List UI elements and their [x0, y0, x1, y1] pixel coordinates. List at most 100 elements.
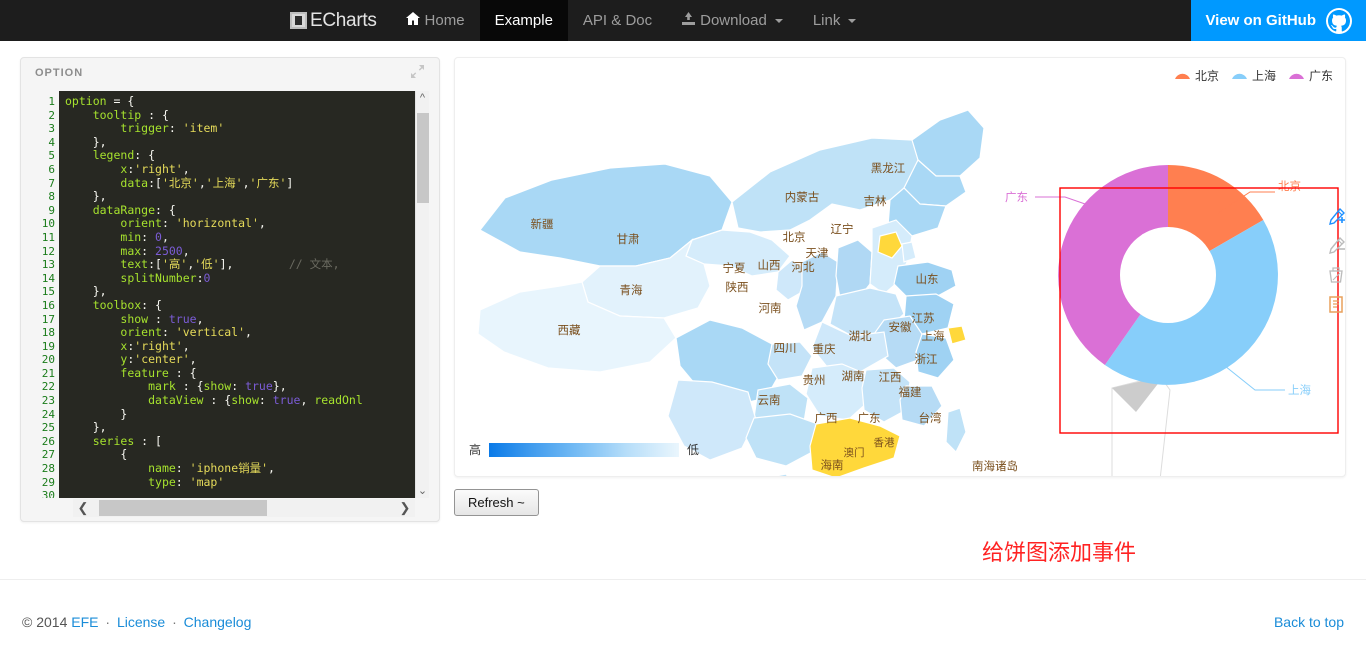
- nav-item-download-label: Download: [700, 12, 767, 29]
- nav-item-download[interactable]: Download: [667, 0, 798, 41]
- page-footer: © 2014 EFE · License · Changelog Back to…: [0, 579, 1366, 664]
- vscroll-track[interactable]: [416, 105, 429, 484]
- back-to-top-link[interactable]: Back to top: [1274, 614, 1344, 630]
- map-label: 江苏: [912, 312, 935, 325]
- map-label: 海南: [821, 458, 844, 472]
- pie-label-guangdong: 广东: [1005, 191, 1028, 204]
- map-label: 河北: [792, 261, 815, 274]
- nav-item-home-label: Home: [424, 12, 465, 29]
- github-button-label: View on GitHub: [1205, 12, 1316, 29]
- map-label: 贵州: [803, 374, 826, 387]
- brand-label: ECharts: [310, 9, 377, 31]
- code-panel-title: OPTION: [35, 66, 84, 79]
- page-body: OPTION 1 2 3 4 5 6 7 8 9 10 11 12 13 14 …: [0, 41, 1366, 664]
- pie-label-beijing: 北京: [1278, 179, 1301, 193]
- code-vertical-scrollbar[interactable]: ^ ⌄: [415, 91, 429, 498]
- pie-inner-hole: [1120, 227, 1216, 323]
- chevron-down-icon: [774, 18, 783, 23]
- pie-label-shanghai: 上海: [1288, 383, 1311, 397]
- top-navbar: ECharts Home Example API & Doc Download …: [0, 0, 1366, 41]
- map-label: 澳门: [844, 446, 865, 459]
- vscroll-thumb[interactable]: [417, 113, 429, 203]
- map-label: 宁夏: [723, 261, 746, 275]
- map-label: 天津: [806, 247, 829, 260]
- nav-item-api-doc-label: API & Doc: [582, 12, 653, 29]
- navbar-items: ECharts Home Example API & Doc Download …: [290, 0, 871, 41]
- data-range-legend[interactable]: 高 低: [469, 441, 699, 458]
- map-label: 香港: [874, 437, 895, 449]
- code-text[interactable]: option = { tooltip : { trigger: 'item' }…: [59, 91, 429, 498]
- map-label: 湖南: [842, 369, 865, 383]
- footer-link-changelog[interactable]: Changelog: [184, 614, 252, 630]
- data-view-document-icon[interactable]: [1327, 295, 1345, 313]
- map-label: 山东: [916, 273, 939, 286]
- map-label: 台湾: [919, 411, 942, 425]
- map-label: 湖北: [849, 329, 872, 343]
- echarts-container[interactable]: 北京 上海 广东 黑龙江 内蒙古 吉林 新疆 辽宁 甘肃 北京 天津 宁夏 山西…: [454, 57, 1346, 477]
- map-label: 南海诸岛: [972, 459, 1018, 473]
- map-label: 重庆: [813, 342, 836, 356]
- map-label: 广西: [815, 412, 838, 425]
- map-label: 青海: [620, 283, 643, 297]
- map-label: 浙江: [915, 353, 938, 366]
- nav-item-example-label: Example: [494, 12, 553, 29]
- nav-item-link[interactable]: Link: [798, 0, 872, 41]
- map-label: 新疆: [531, 217, 554, 231]
- map-label: 黑龙江: [871, 162, 906, 175]
- map-label: 云南: [758, 393, 781, 407]
- nav-item-home[interactable]: Home: [391, 0, 480, 41]
- map-label: 安徽: [889, 320, 912, 334]
- chevron-right-icon[interactable]: ❯: [395, 500, 415, 516]
- map-label: 四川: [774, 342, 797, 355]
- hscroll-thumb[interactable]: [99, 500, 267, 516]
- chevron-left-icon[interactable]: ❮: [73, 500, 93, 516]
- range-high-label: 高: [469, 443, 482, 457]
- china-map-and-pie[interactable]: 黑龙江 内蒙古 吉林 新疆 辽宁 甘肃 北京 天津 宁夏 山西 河北 青海 陕西…: [455, 80, 1345, 477]
- annotation-text: 给饼图添加事件: [982, 540, 1137, 565]
- brand-logo-link[interactable]: ECharts: [290, 0, 391, 41]
- hscroll-track[interactable]: [93, 499, 395, 517]
- view-on-github-button[interactable]: View on GitHub: [1191, 0, 1366, 41]
- footer-separator: ·: [172, 614, 177, 630]
- footer-separator: ·: [105, 614, 111, 630]
- home-icon: [405, 12, 420, 29]
- content-row: OPTION 1 2 3 4 5 6 7 8 9 10 11 12 13 14 …: [0, 41, 1366, 522]
- footer-link-efe[interactable]: EFE: [71, 614, 98, 630]
- footer-link-license[interactable]: License: [117, 614, 165, 630]
- range-gradient-bar[interactable]: [489, 442, 680, 457]
- nav-item-link-label: Link: [812, 12, 841, 29]
- mark-clear-trash-icon[interactable]: [1327, 266, 1345, 284]
- code-editor[interactable]: 1 2 3 4 5 6 7 8 9 10 11 12 13 14 15 16 1: [31, 91, 429, 498]
- map-label: 吉林: [864, 194, 887, 208]
- option-code-panel: OPTION 1 2 3 4 5 6 7 8 9 10 11 12 13 14 …: [20, 57, 440, 522]
- map-label: 山西: [758, 259, 781, 272]
- chevron-down-icon: [848, 18, 857, 23]
- map-label: 内蒙古: [785, 190, 820, 204]
- map-label: 上海: [922, 329, 945, 343]
- download-icon: [682, 12, 696, 29]
- github-octocat-icon: [1326, 7, 1352, 34]
- chart-column: 北京 上海 广东 黑龙江 内蒙古 吉林 新疆 辽宁 甘肃 北京 天津 宁夏 山西…: [454, 57, 1346, 522]
- footer-left: © 2014 EFE · License · Changelog: [22, 614, 251, 630]
- map-label: 陕西: [726, 280, 749, 294]
- map-label: 甘肃: [617, 233, 640, 246]
- map-label: 西藏: [558, 324, 581, 337]
- echarts-logo-icon: [290, 12, 307, 29]
- expand-diagonal-icon[interactable]: [410, 64, 425, 82]
- chevron-up-icon[interactable]: ^: [420, 91, 425, 105]
- mark-pencil-plus-icon[interactable]: [1327, 207, 1345, 226]
- range-low-label: 低: [687, 443, 700, 457]
- chevron-down-icon[interactable]: ⌄: [418, 484, 427, 498]
- code-line-numbers: 1 2 3 4 5 6 7 8 9 10 11 12 13 14 15 16 1: [31, 91, 59, 498]
- map-label: 河南: [759, 301, 782, 315]
- nav-item-example[interactable]: Example: [479, 0, 568, 41]
- code-horizontal-scrollbar[interactable]: ❮ ❯: [73, 499, 415, 517]
- pie-chart[interactable]: [1058, 165, 1278, 385]
- mark-undo-pencil-minus-icon[interactable]: [1327, 236, 1345, 255]
- map-label: 江西: [879, 371, 902, 384]
- map-label: 福建: [899, 385, 922, 399]
- refresh-button[interactable]: Refresh ~: [454, 489, 539, 516]
- map-label: 北京: [783, 230, 806, 244]
- footer-copyright: © 2014: [22, 614, 68, 630]
- nav-item-api-doc[interactable]: API & Doc: [568, 0, 667, 41]
